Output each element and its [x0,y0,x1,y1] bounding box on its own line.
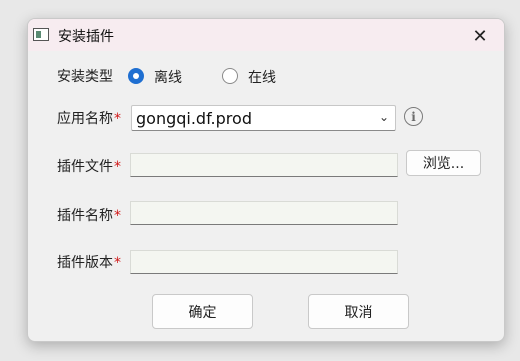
plugin-version-input[interactable] [130,250,398,274]
app-name-selected-value: gongqi.df.prod [136,109,252,128]
chevron-down-icon: ⌄ [378,110,389,124]
cancel-button[interactable]: 取消 [308,294,409,329]
plugin-file-label-text: 插件文件 [57,159,113,175]
close-icon: ✕ [472,25,488,47]
window-title: 安装插件 [58,29,114,45]
offline-radio-label[interactable]: 离线 [154,67,182,87]
plugin-file-label: 插件文件* [57,156,121,176]
app-name-label-text: 应用名称 [57,111,113,127]
browse-button[interactable]: 浏览... [406,150,481,176]
app-window-icon [33,28,49,41]
plugin-version-label: 插件版本* [57,252,121,272]
plugin-name-label: 插件名称* [57,205,121,225]
app-name-label: 应用名称* [57,108,121,128]
install-plugin-dialog: 安装插件 ✕ 安装类型 离线 在线 应用名称* gongqi.df.prod ⌄… [27,18,505,342]
app-name-select[interactable]: gongqi.df.prod ⌄ [131,105,396,131]
offline-radio[interactable] [128,68,144,84]
install-type-label: 安装类型 [57,69,113,85]
online-radio-label[interactable]: 在线 [248,67,276,87]
plugin-file-input[interactable] [130,153,398,177]
required-mark: * [114,255,121,271]
required-mark: * [114,208,121,224]
online-radio[interactable] [222,68,238,84]
plugin-version-label-text: 插件版本 [57,255,113,271]
close-button[interactable]: ✕ [460,23,500,49]
title-bar[interactable]: 安装插件 ✕ [28,19,504,51]
info-icon[interactable]: i [404,107,423,126]
plugin-name-label-text: 插件名称 [57,208,113,224]
required-mark: * [114,159,121,175]
plugin-name-input[interactable] [130,201,398,225]
required-mark: * [114,111,121,127]
ok-button[interactable]: 确定 [152,294,253,329]
